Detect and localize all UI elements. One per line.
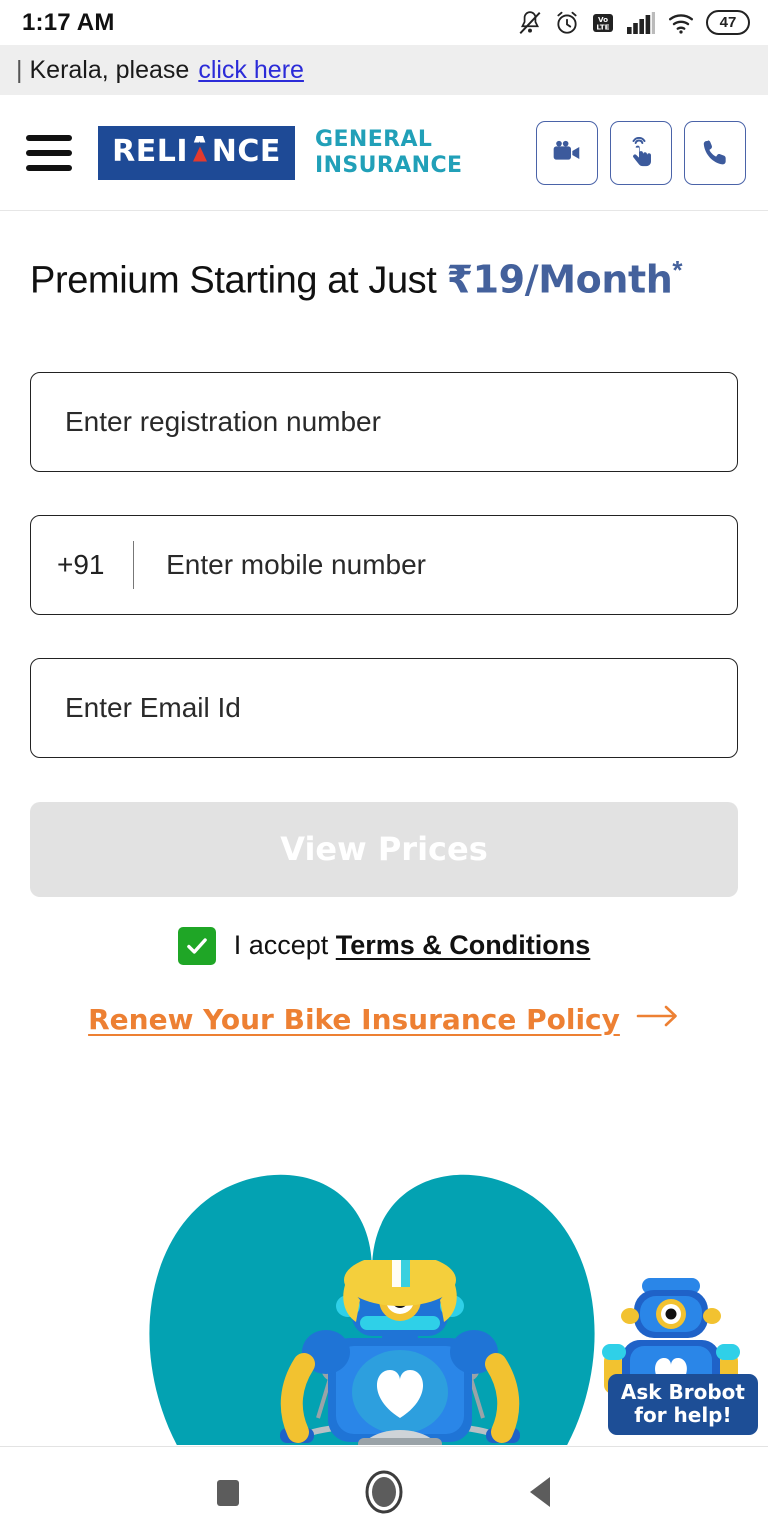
registration-number-placeholder: Enter registration number — [65, 405, 381, 437]
view-prices-button[interactable]: View Prices — [30, 801, 738, 897]
brand-subtitle-line1: GENERAL — [315, 126, 433, 152]
hamburger-bar — [26, 164, 72, 171]
terms-and-conditions-link[interactable]: Terms & Conditions — [336, 930, 591, 960]
headline-price: ₹19/Month — [446, 257, 673, 302]
announcement-ticker[interactable]: | Kerala, please click here — [0, 45, 768, 95]
android-navigation-bar — [0, 1446, 768, 1536]
video-call-button[interactable] — [536, 120, 598, 185]
back-button[interactable] — [505, 1457, 575, 1527]
triangle-left-icon — [530, 1476, 550, 1507]
battery-icon: 47 — [706, 10, 750, 35]
video-call-icon — [551, 137, 583, 169]
renew-policy-label: Renew Your Bike Insurance Policy — [88, 1002, 620, 1036]
email-placeholder: Enter Email Id — [65, 691, 241, 723]
self-service-tap-icon — [625, 136, 657, 169]
phone-icon — [699, 137, 731, 169]
self-service-button[interactable] — [610, 120, 672, 185]
square-icon — [217, 1479, 239, 1506]
site-header: RELIANCE GENERAL INSURANCE — [0, 95, 768, 211]
status-time: 1:17 AM — [22, 8, 115, 36]
registration-number-input[interactable]: Enter registration number — [30, 371, 738, 472]
status-bar: 1:17 AM Vo LTE 47 — [0, 0, 768, 45]
brand-subtitle: GENERAL INSURANCE — [315, 127, 462, 179]
reliance-wordmark: RELIANCE — [112, 133, 281, 169]
hamburger-icon[interactable] — [26, 134, 72, 171]
svg-text:LTE: LTE — [596, 22, 609, 31]
terms-checkbox[interactable] — [177, 926, 216, 965]
mobile-number-placeholder: Enter mobile number — [166, 548, 426, 580]
ask-brobot-line2: for help! — [634, 1402, 732, 1427]
terms-prefix: I accept — [233, 930, 336, 961]
ticker-click-here-link[interactable]: click here — [198, 56, 304, 85]
signal-icon — [626, 10, 656, 36]
circle-icon — [365, 1470, 403, 1513]
reliance-logo-box: RELIANCE — [98, 125, 295, 180]
battery-level: 47 — [719, 14, 737, 31]
terms-acceptance-row: I accept Terms & Conditions — [30, 926, 738, 965]
page-title: Premium Starting at Just ₹19/Month* — [30, 255, 738, 303]
email-input[interactable]: Enter Email Id — [30, 657, 738, 758]
wifi-icon — [667, 10, 695, 36]
alarm-icon — [554, 10, 580, 36]
renew-policy-link[interactable]: Renew Your Bike Insurance Policy — [30, 1003, 738, 1036]
ticker-separator: | — [16, 55, 23, 84]
volte-icon: Vo LTE — [591, 11, 615, 35]
ask-brobot-widget[interactable]: Ask Brobot for help! — [607, 1374, 758, 1435]
bell-muted-icon — [517, 10, 543, 36]
recents-button[interactable] — [193, 1457, 263, 1527]
ask-brobot-line1: Ask Brobot — [620, 1380, 745, 1405]
country-code: +91 — [57, 548, 105, 580]
status-icon-group: Vo LTE 47 — [517, 10, 750, 36]
ticker-text: Kerala, please — [29, 55, 190, 84]
field-divider — [132, 540, 135, 589]
brand-logo[interactable]: RELIANCE GENERAL INSURANCE — [98, 125, 462, 180]
headline-plain: Premium Starting at Just — [30, 259, 447, 302]
hamburger-bar — [26, 149, 72, 156]
home-button[interactable] — [349, 1457, 419, 1527]
main-content: Premium Starting at Just ₹19/Month* Ente… — [0, 255, 768, 1036]
terms-label: I accept Terms & Conditions — [234, 930, 591, 961]
call-us-button[interactable] — [684, 120, 746, 185]
header-action-group — [536, 120, 746, 185]
headline-asterisk: * — [672, 255, 683, 285]
hero-illustration: Ask Brobot for help! — [0, 1130, 768, 1445]
hamburger-bar — [26, 134, 72, 141]
mobile-number-input[interactable]: +91 Enter mobile number — [30, 514, 738, 615]
arrow-right-icon — [636, 1003, 680, 1036]
brand-subtitle-line2: INSURANCE — [315, 152, 463, 178]
reliance-logo-red-triangle: A — [188, 134, 212, 169]
check-icon — [186, 938, 207, 954]
robot-motorcycle-illustration — [280, 1260, 520, 1445]
